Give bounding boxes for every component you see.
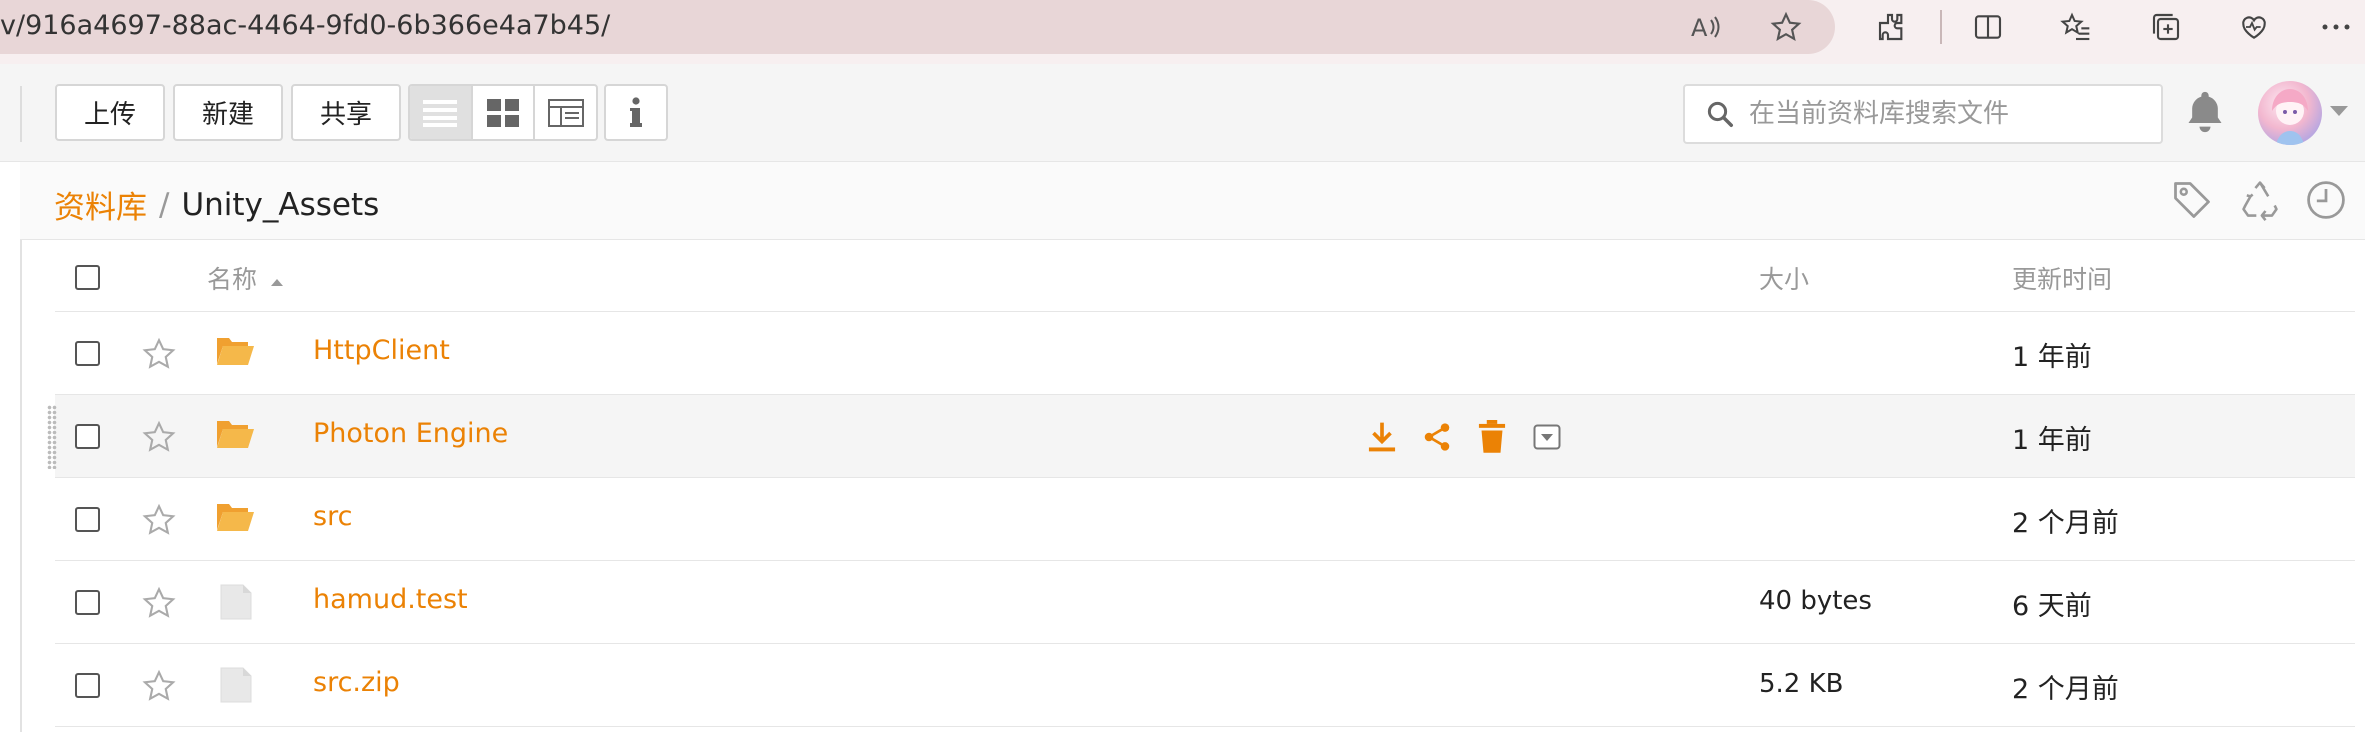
- search-box[interactable]: [1683, 84, 2163, 144]
- info-button[interactable]: [604, 84, 668, 141]
- trash-recycle-icon[interactable]: [2238, 178, 2284, 224]
- file-name-link[interactable]: src.zip: [313, 667, 400, 698]
- table-row[interactable]: src 2 个月前: [55, 478, 2355, 561]
- notification-bell-icon[interactable]: [2183, 88, 2227, 136]
- view-mode-group: [408, 84, 598, 141]
- more-dropdown-icon[interactable]: [1525, 415, 1569, 459]
- row-checkbox[interactable]: [75, 341, 100, 366]
- browser-essentials-icon[interactable]: [2234, 7, 2274, 47]
- avatar[interactable]: [2258, 81, 2322, 145]
- row-checkbox[interactable]: [75, 507, 100, 532]
- svg-text:A: A: [1691, 14, 1708, 42]
- file-name-link[interactable]: HttpClient: [313, 335, 450, 366]
- collections-icon[interactable]: [2146, 7, 2186, 47]
- column-view-icon: [547, 98, 584, 127]
- row-checkbox[interactable]: [75, 590, 100, 615]
- folder-icon: [215, 417, 255, 455]
- share-icon[interactable]: [1415, 415, 1459, 459]
- share-button[interactable]: 共享: [291, 84, 401, 141]
- list-view-button[interactable]: [410, 86, 473, 139]
- read-aloud-icon[interactable]: A: [1686, 7, 1726, 47]
- star-icon[interactable]: [141, 336, 177, 372]
- favorites-icon[interactable]: [2056, 7, 2096, 47]
- table-row[interactable]: hamud.test 40 bytes 6 天前: [55, 561, 2355, 644]
- list-view-icon: [423, 99, 458, 127]
- file-updated-time: 2 个月前: [2012, 674, 2119, 705]
- search-icon: [1707, 101, 1733, 127]
- file-size: 5.2 KB: [1759, 669, 1844, 699]
- url-text[interactable]: v/916a4697-88ac-4464-9fd0-6b366e4a7b45/: [0, 10, 610, 41]
- folder-icon: [215, 334, 255, 372]
- grid-view-icon: [487, 98, 519, 127]
- file-updated-time: 6 天前: [2012, 591, 2092, 622]
- search-input[interactable]: [1749, 99, 2139, 129]
- upload-button[interactable]: 上传: [55, 84, 165, 141]
- extensions-icon[interactable]: [1872, 7, 1912, 47]
- browser-chrome: v/916a4697-88ac-4464-9fd0-6b366e4a7b45/ …: [0, 0, 2365, 64]
- star-icon[interactable]: [141, 668, 177, 704]
- info-icon: [630, 96, 642, 127]
- row-checkbox[interactable]: [75, 424, 100, 449]
- file-icon: [219, 583, 259, 621]
- file-updated-time: 2 个月前: [2012, 508, 2119, 539]
- table-row[interactable]: src.zip 5.2 KB 2 个月前: [55, 644, 2355, 727]
- breadcrumb-current: Unity_Assets: [181, 186, 380, 223]
- file-name-link[interactable]: src: [313, 501, 352, 532]
- star-icon[interactable]: [141, 585, 177, 621]
- file-updated-time: 1 年前: [2012, 342, 2092, 373]
- drag-handle-icon[interactable]: [47, 405, 57, 469]
- download-icon[interactable]: [1360, 415, 1404, 459]
- breadcrumb-root-link[interactable]: 资料库: [54, 182, 147, 227]
- new-button[interactable]: 新建: [173, 84, 283, 141]
- folder-icon: [215, 500, 255, 538]
- left-panel-border: [20, 162, 22, 732]
- grid-view-button[interactable]: [473, 86, 536, 139]
- column-view-button[interactable]: [535, 86, 596, 139]
- chevron-down-icon[interactable]: [2330, 106, 2348, 116]
- table-row[interactable]: HttpClient 1 年前: [55, 312, 2355, 395]
- more-menu-icon[interactable]: [2316, 7, 2356, 47]
- column-header-name[interactable]: 名称: [207, 260, 285, 296]
- history-clock-icon[interactable]: [2304, 178, 2350, 224]
- table-row[interactable]: Photon Engine 1 年前: [47, 395, 2355, 478]
- table-header: 名称 大小 更新时间: [55, 240, 2355, 312]
- delete-trash-icon[interactable]: [1470, 415, 1514, 459]
- file-updated-time: 1 年前: [2012, 425, 2092, 456]
- row-actions: [1360, 415, 1580, 459]
- star-icon[interactable]: [141, 419, 177, 455]
- path-bar: 资料库 / Unity_Assets: [20, 162, 2365, 240]
- address-bar[interactable]: v/916a4697-88ac-4464-9fd0-6b366e4a7b45/ …: [0, 0, 1835, 54]
- column-header-size[interactable]: 大小: [1759, 260, 1809, 296]
- file-name-link[interactable]: Photon Engine: [313, 418, 508, 449]
- row-checkbox[interactable]: [75, 673, 100, 698]
- file-size: 40 bytes: [1759, 586, 1872, 616]
- file-name-link[interactable]: hamud.test: [313, 584, 468, 615]
- breadcrumb: 资料库 / Unity_Assets: [54, 182, 379, 227]
- file-icon: [219, 666, 259, 704]
- column-header-updated[interactable]: 更新时间: [2012, 260, 2112, 296]
- tag-icon[interactable]: [2170, 178, 2216, 224]
- sort-ascending-icon: [270, 279, 283, 286]
- star-icon[interactable]: [141, 502, 177, 538]
- breadcrumb-separator: /: [159, 186, 170, 223]
- toolbar-divider: [20, 86, 22, 142]
- chrome-divider: [1940, 10, 1942, 44]
- select-all-checkbox[interactable]: [75, 265, 100, 290]
- split-screen-icon[interactable]: [1968, 7, 2008, 47]
- favorite-star-icon[interactable]: [1766, 7, 1806, 47]
- toolbar: 上传 新建 共享: [0, 64, 2365, 162]
